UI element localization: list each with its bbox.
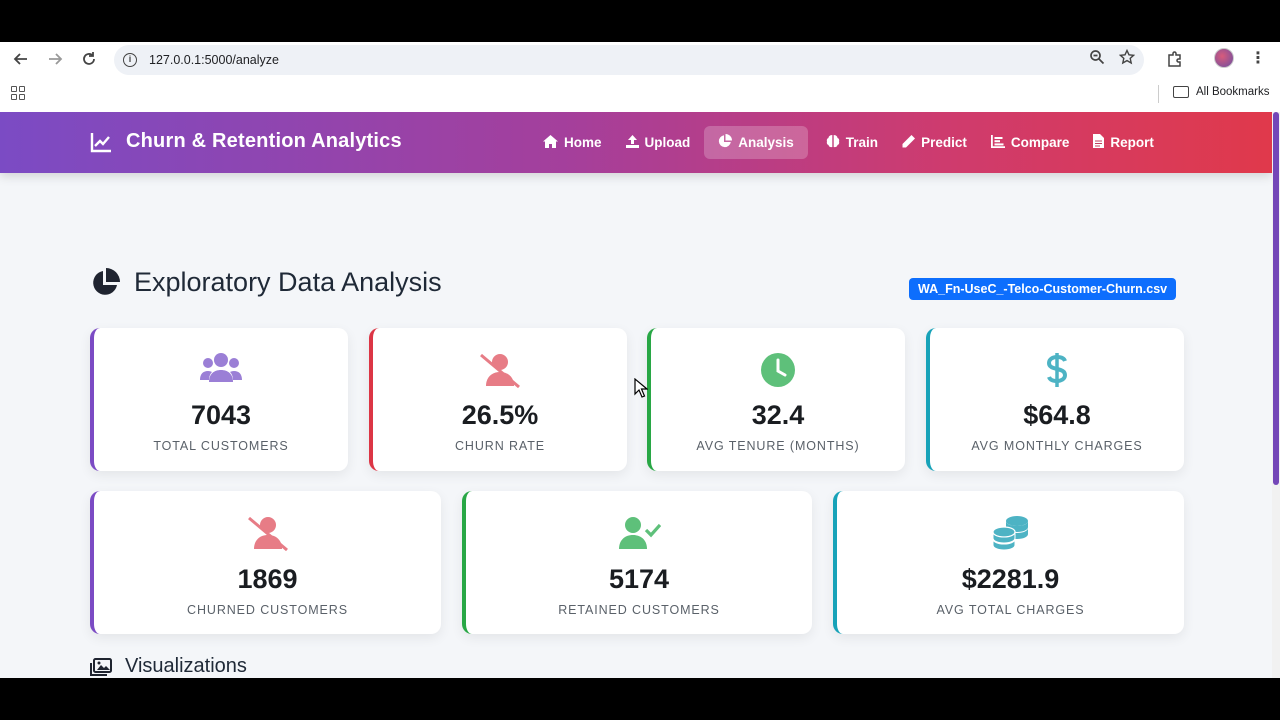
section-header: Exploratory Data Analysis <box>90 267 442 298</box>
folder-icon[interactable] <box>1173 86 1189 98</box>
stat-label: Avg Tenure (Months) <box>696 439 860 453</box>
browser-chrome: i 127.0.0.1:5000/analyze ⋮ All Bookmarks <box>0 42 1280 112</box>
stat-label: Avg Total Charges <box>936 603 1085 617</box>
profile-avatar[interactable] <box>1214 48 1234 68</box>
stat-value: 7043 <box>190 400 252 430</box>
stat-label: Total Customers <box>153 439 289 453</box>
nav-home[interactable]: Home <box>533 126 612 159</box>
stat-card-avg-monthly-charges: $64.8 Avg Monthly Charges <box>926 328 1184 471</box>
address-bar[interactable]: i 127.0.0.1:5000/analyze <box>114 45 1144 75</box>
scrollbar-thumb[interactable] <box>1273 112 1279 485</box>
bookmark-star-icon[interactable] <box>1118 48 1136 67</box>
stat-value: 5174 <box>608 564 670 594</box>
extensions-icon[interactable] <box>1165 50 1185 70</box>
stat-label: Retained Customers <box>558 603 720 617</box>
user-check-icon <box>466 515 812 551</box>
apps-grid-icon[interactable] <box>11 86 25 100</box>
stat-value: $2281.9 <box>961 564 1060 594</box>
nav-predict-label: Predict <box>921 135 967 150</box>
page-title: Exploratory Data Analysis <box>134 267 442 297</box>
brain-icon <box>826 134 840 151</box>
coins-icon <box>837 515 1184 551</box>
stat-card-total-customers: 7043 Total Customers <box>90 328 348 471</box>
pie-chart-icon <box>718 134 733 151</box>
dollar-icon <box>930 352 1184 388</box>
mouse-cursor-icon <box>634 378 648 398</box>
dataset-file-badge: WA_Fn-UseC_-Telco-Customer-Churn.csv <box>909 278 1177 300</box>
user-slash-icon <box>94 515 441 551</box>
stat-value: 26.5% <box>461 400 539 430</box>
zoom-icon[interactable] <box>1088 49 1106 67</box>
visualizations-header: Visualizations <box>90 655 247 678</box>
home-icon <box>543 134 558 151</box>
bookmarks-bar: All Bookmarks <box>0 76 1280 112</box>
upload-icon <box>625 134 639 151</box>
url-text[interactable]: 127.0.0.1:5000/analyze <box>149 53 279 67</box>
line-chart-icon <box>90 132 111 152</box>
screen-bottom-letterbox <box>0 678 1280 720</box>
nav-upload[interactable]: Upload <box>616 126 701 159</box>
nav-report[interactable]: Report <box>1083 126 1164 159</box>
nav-analysis[interactable]: Analysis <box>704 126 808 159</box>
reload-icon[interactable] <box>78 48 100 70</box>
nav-upload-label: Upload <box>644 135 691 150</box>
back-icon[interactable] <box>10 48 32 70</box>
app-title: Churn & Retention Analytics <box>126 130 402 152</box>
nav-analysis-label: Analysis <box>738 135 794 150</box>
stat-label: Avg Monthly Charges <box>971 439 1143 453</box>
images-icon <box>90 657 112 676</box>
stat-label: Churn Rate <box>454 439 546 453</box>
forward-icon[interactable] <box>44 48 66 70</box>
stat-card-avg-total-charges: $2281.9 Avg Total Charges <box>833 491 1184 634</box>
stat-card-avg-tenure: 32.4 Avg Tenure (Months) <box>647 328 905 471</box>
nav-report-label: Report <box>1110 135 1154 150</box>
browser-menu-icon[interactable]: ⋮ <box>1250 48 1266 70</box>
main-nav: Home Upload Analysis Train Predict Compa… <box>533 126 1168 159</box>
nav-home-label: Home <box>564 135 602 150</box>
stat-label: Churned Customers <box>187 603 348 617</box>
nav-compare[interactable]: Compare <box>981 126 1080 159</box>
stat-value: $64.8 <box>1023 400 1091 430</box>
all-bookmarks-link[interactable]: All Bookmarks <box>1196 86 1270 98</box>
clock-icon <box>651 352 905 388</box>
stat-card-retained-customers: 5174 Retained Customers <box>462 491 812 634</box>
bar-chart-icon <box>990 134 1005 151</box>
stat-card-churn-rate: 26.5% Churn Rate <box>369 328 627 471</box>
file-icon <box>1093 134 1105 151</box>
stat-value: 1869 <box>237 564 298 594</box>
page-scrollbar[interactable] <box>1272 112 1280 678</box>
nav-train[interactable]: Train <box>816 126 888 159</box>
stat-card-churned-customers: 1869 Churned Customers <box>90 491 441 634</box>
stat-value: 32.4 <box>751 400 805 430</box>
screen-top-letterbox <box>0 0 1280 42</box>
nav-predict[interactable]: Predict <box>892 126 977 159</box>
site-info-icon[interactable]: i <box>123 53 137 67</box>
app-navbar: Churn & Retention Analytics Home Upload … <box>0 112 1272 173</box>
visualizations-title: Visualizations <box>125 655 247 677</box>
nav-compare-label: Compare <box>1010 135 1070 150</box>
pie-chart-icon <box>93 267 120 295</box>
pencil-icon <box>902 134 916 151</box>
address-row: i 127.0.0.1:5000/analyze ⋮ <box>0 42 1280 76</box>
nav-train-label: Train <box>845 135 879 150</box>
bookmarks-divider <box>1158 85 1159 103</box>
app-brand[interactable]: Churn & Retention Analytics <box>90 130 402 153</box>
users-icon <box>94 352 348 386</box>
user-slash-icon <box>373 352 627 388</box>
